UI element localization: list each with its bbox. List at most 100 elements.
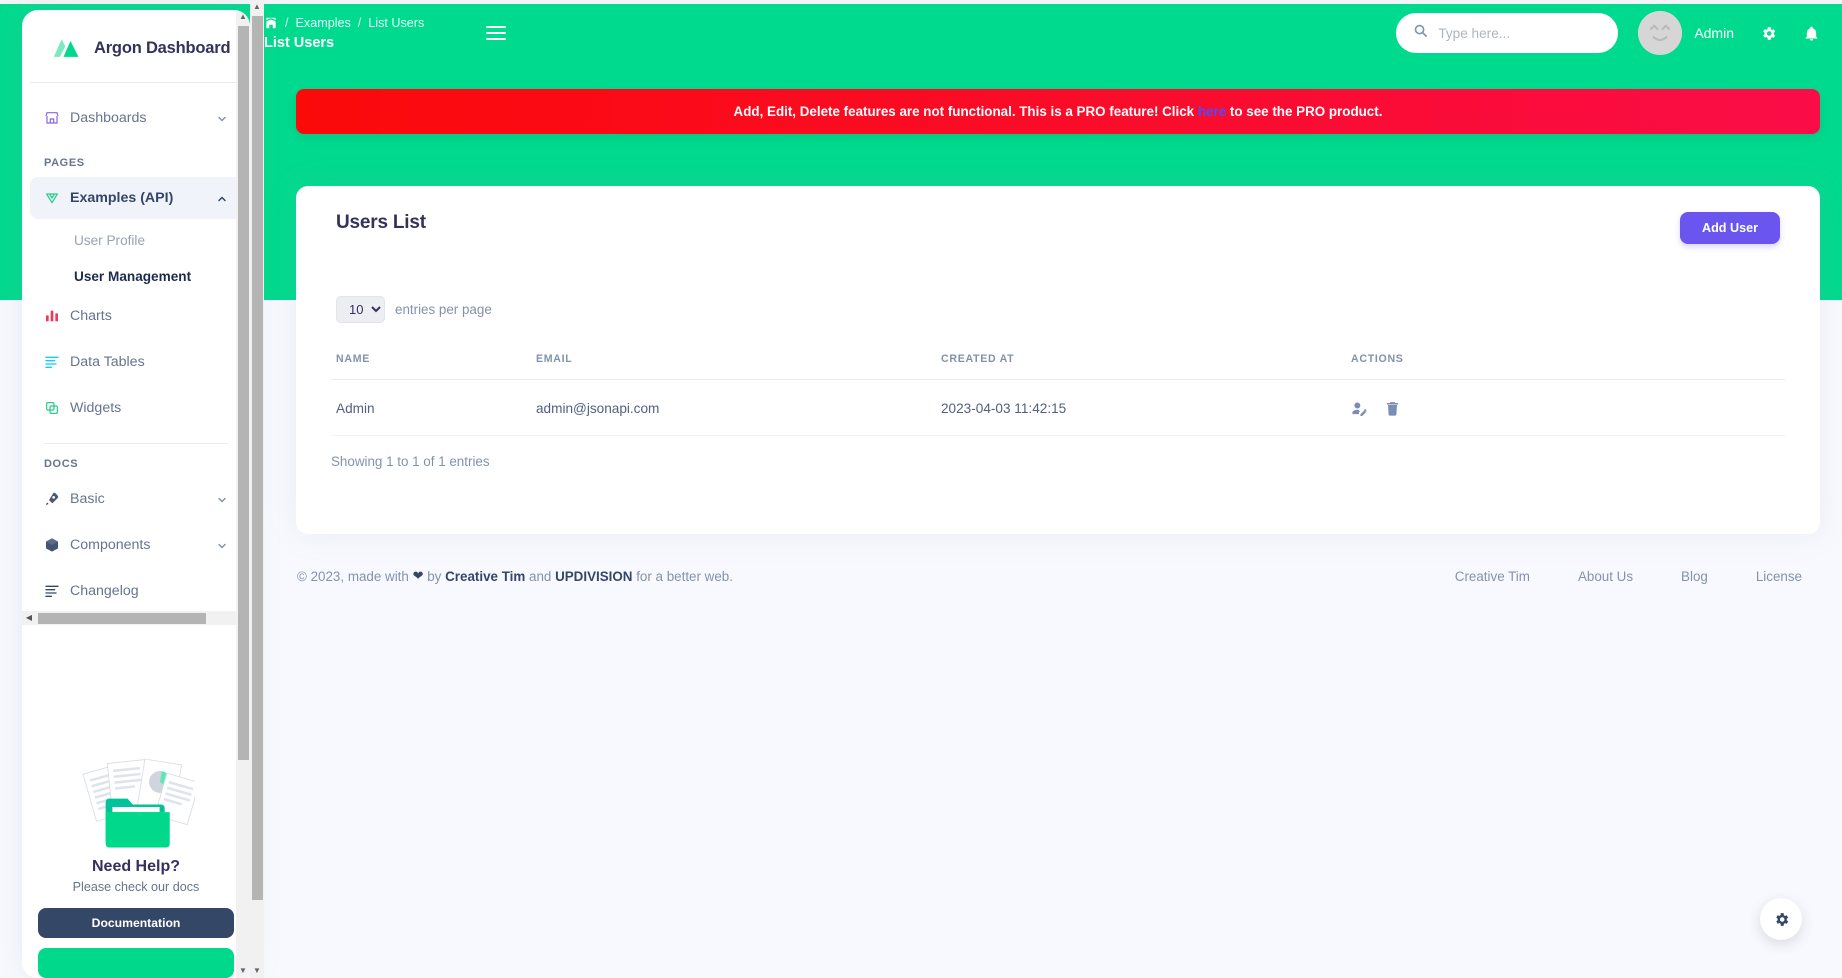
sidebar-item-components[interactable]: Components: [30, 524, 242, 566]
bell-icon[interactable]: [1803, 25, 1820, 42]
footer-copyright-prefix: © 2023, made with: [297, 569, 409, 584]
page-scroll-up-arrow-icon[interactable]: ▲: [250, 0, 264, 14]
search-icon: [1413, 23, 1428, 43]
sidebar-heading-pages: PAGES: [30, 143, 242, 177]
sidebar-vertical-scrollbar[interactable]: ▲ ▼: [236, 10, 250, 978]
sidebar-item-label: Charts: [70, 308, 228, 324]
table-row[interactable]: Admin admin@jsonapi.com 2023-04-03 11:42…: [331, 380, 1785, 436]
sidebar-item-label: Changelog: [70, 583, 228, 599]
page-footer: © 2023, made with ❤ by Creative Tim and …: [252, 556, 1842, 596]
cell-actions: [1351, 380, 1785, 436]
scroll-up-arrow-icon[interactable]: ▲: [236, 10, 250, 24]
scroll-thumb[interactable]: [238, 26, 249, 760]
sidebar-item-user-profile[interactable]: User Profile: [30, 223, 242, 257]
search-input[interactable]: [1438, 26, 1601, 41]
brand[interactable]: Argon Dashboard: [30, 10, 242, 83]
gear-icon[interactable]: [1760, 25, 1777, 42]
list-lines-icon: [44, 583, 70, 599]
column-header-name: NAME: [331, 347, 536, 380]
cube-icon: [44, 537, 70, 553]
add-user-button[interactable]: Add User: [1680, 212, 1780, 244]
sidebar-item-data-tables[interactable]: Data Tables: [30, 341, 242, 383]
trash-icon[interactable]: [1384, 400, 1401, 417]
list-lines-icon: [44, 354, 70, 370]
breadcrumb-list-users[interactable]: List Users: [368, 16, 424, 30]
users-card: Users List Add User 10 entries per page …: [296, 186, 1820, 534]
card-header: Users List Add User: [296, 186, 1820, 244]
cell-name: Admin: [331, 380, 536, 436]
sidebar-item-dashboards[interactable]: Dashboards: [30, 97, 242, 139]
footer-link-blog[interactable]: Blog: [1681, 569, 1708, 584]
documentation-button[interactable]: Documentation: [38, 908, 234, 938]
cell-email: admin@jsonapi.com: [536, 380, 941, 436]
alert-here-link[interactable]: here: [1198, 104, 1226, 119]
hamburger-icon[interactable]: [486, 26, 506, 40]
entries-per-page-row: 10 entries per page: [296, 244, 1820, 323]
smiley-avatar: [1638, 11, 1682, 55]
user-name[interactable]: Admin: [1694, 25, 1734, 41]
sidebar-item-label: Basic: [70, 491, 216, 507]
sidebar-item-label: Data Tables: [70, 354, 228, 370]
footer-by: by: [427, 569, 441, 584]
breadcrumb-sep-1: /: [285, 16, 289, 30]
sidebar-item-label: Components: [70, 537, 216, 553]
footer-link-about-us[interactable]: About Us: [1578, 569, 1633, 584]
sidebar-item-label: Dashboards: [70, 110, 216, 126]
footer-suffix: for a better web.: [636, 569, 733, 584]
documents-folder-illustration-icon: [77, 754, 195, 850]
sidebar-item-label: Widgets: [70, 400, 228, 416]
sidebar-item-charts[interactable]: Charts: [30, 295, 242, 337]
entries-per-page-select[interactable]: 10: [336, 296, 385, 323]
cell-created-at: 2023-04-03 11:42:15: [941, 380, 1351, 436]
copy-squares-icon: [44, 400, 70, 416]
page-scroll-down-arrow-icon[interactable]: ▼: [250, 964, 264, 978]
footer-link-license[interactable]: License: [1756, 569, 1802, 584]
sidebar-horizontal-scrollbar[interactable]: ◀ ▶: [22, 611, 250, 625]
footer-and: and: [529, 569, 551, 584]
sidebar-item-basic[interactable]: Basic: [30, 478, 242, 520]
sidebar-item-changelog[interactable]: Changelog: [30, 570, 242, 612]
entries-per-page-label: entries per page: [395, 302, 492, 317]
settings-fab-button[interactable]: [1760, 898, 1802, 940]
footer-link-creative-tim[interactable]: Creative Tim: [1455, 569, 1530, 584]
sidebar-item-examples-api[interactable]: Examples (API): [30, 177, 242, 219]
rocket-icon: [44, 491, 70, 507]
sidebar-subitem-label: User Profile: [74, 233, 145, 248]
scroll-down-arrow-icon[interactable]: ▼: [236, 964, 250, 978]
column-header-email: EMAIL: [536, 347, 941, 380]
footer-partner-link[interactable]: UPDIVISION: [555, 569, 632, 584]
avatar[interactable]: [1638, 11, 1682, 55]
sidebar: Argon Dashboard Dashboards PAGES: [22, 10, 250, 978]
shop-icon: [44, 110, 70, 126]
sidebar-help-card: Need Help? Please check our docs Documen…: [22, 730, 250, 978]
chevron-up-icon: [216, 192, 228, 204]
footer-author-link[interactable]: Creative Tim: [445, 569, 525, 584]
search-box[interactable]: [1396, 13, 1618, 53]
help-subtitle: Please check our docs: [38, 880, 234, 894]
sidebar-item-user-management[interactable]: User Management: [30, 259, 242, 293]
showing-entries-text: Showing 1 to 1 of 1 entries: [296, 436, 1820, 469]
gear-icon: [1773, 911, 1790, 928]
diamond-icon: [44, 190, 70, 206]
help-title: Need Help?: [38, 858, 234, 876]
scroll-left-arrow-icon[interactable]: ◀: [22, 611, 36, 625]
breadcrumb-examples[interactable]: Examples: [296, 16, 351, 30]
sidebar-heading-docs: DOCS: [30, 444, 242, 478]
bar-chart-icon: [44, 308, 70, 324]
topbar-right-group: Admin: [1396, 11, 1842, 55]
house-icon: [264, 16, 278, 30]
chevron-down-icon: [216, 112, 228, 124]
argon-triangles-logo-icon: [52, 36, 82, 60]
page-scrollbar[interactable]: ▲ ▼: [250, 0, 264, 978]
table-head: NAME EMAIL CREATED AT ACTIONS: [331, 347, 1785, 380]
scroll-thumb[interactable]: [38, 613, 206, 624]
heart-icon: ❤: [413, 568, 424, 584]
sidebar-item-widgets[interactable]: Widgets: [30, 387, 242, 429]
sidebar-subitem-label: User Management: [74, 269, 191, 284]
app-root: / Examples / List Users List Users: [0, 0, 1842, 978]
user-edit-icon[interactable]: [1351, 400, 1368, 417]
help-secondary-button[interactable]: [38, 948, 234, 978]
table-body: Admin admin@jsonapi.com 2023-04-03 11:42…: [331, 380, 1785, 436]
brand-name: Argon Dashboard: [94, 39, 230, 58]
page-scroll-thumb[interactable]: [252, 16, 263, 900]
